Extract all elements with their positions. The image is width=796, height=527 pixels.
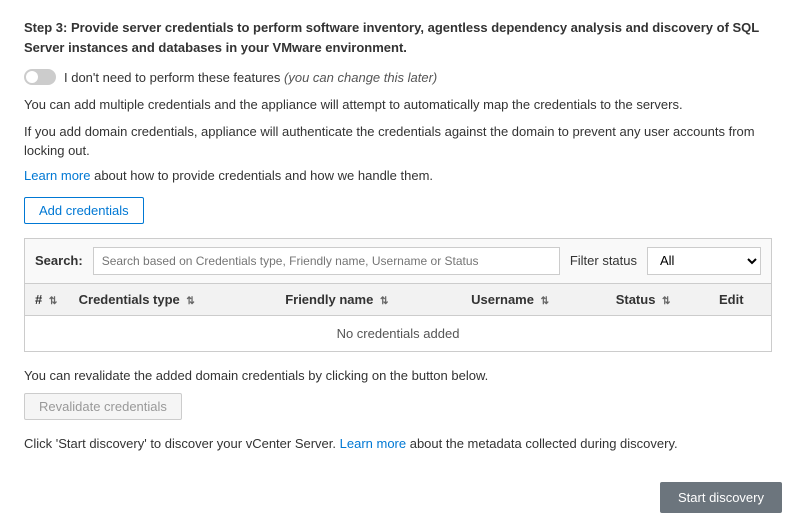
learn-more-link[interactable]: Learn more: [24, 168, 90, 183]
sort-icon-cred: ⇅: [186, 296, 194, 307]
credentials-table-container: # ⇅ Credentials type ⇅ Friendly name ⇅ U…: [24, 283, 772, 352]
revalidate-section: You can revalidate the added domain cred…: [24, 366, 772, 421]
toggle-label: I don't need to perform these features (…: [64, 70, 437, 85]
col-edit: Edit: [709, 284, 771, 316]
filter-status-select[interactable]: AllValidInvalidNot validated: [647, 247, 761, 275]
col-cred-type[interactable]: Credentials type ⇅: [69, 284, 276, 316]
revalidate-text: You can revalidate the added domain cred…: [24, 366, 772, 386]
no-data-cell: No credentials added: [25, 315, 771, 351]
step-header: Step 3: Provide server credentials to pe…: [24, 18, 772, 57]
info-text-2: If you add domain credentials, appliance…: [24, 122, 772, 161]
bottom-text-prefix: Click 'Start discovery' to discover your…: [24, 436, 340, 451]
no-data-row: No credentials added: [25, 315, 771, 351]
bottom-learn-more-link[interactable]: Learn more: [340, 436, 406, 451]
sort-icon-username: ⇅: [541, 296, 549, 307]
bottom-text: Click 'Start discovery' to discover your…: [24, 434, 772, 454]
bottom-text-suffix: about the metadata collected during disc…: [406, 436, 677, 451]
sort-icon-hash: ⇅: [49, 296, 57, 307]
start-discovery-button[interactable]: Start discovery: [660, 482, 782, 513]
col-friendly-name[interactable]: Friendly name ⇅: [275, 284, 461, 316]
search-label: Search:: [35, 253, 83, 268]
search-filter-bar: Search: Filter status AllValidInvalidNot…: [24, 238, 772, 283]
sort-icon-friendly: ⇅: [380, 296, 388, 307]
credentials-table: # ⇅ Credentials type ⇅ Friendly name ⇅ U…: [25, 284, 771, 351]
col-status[interactable]: Status ⇅: [606, 284, 709, 316]
info-text-1: You can add multiple credentials and the…: [24, 95, 772, 115]
col-username[interactable]: Username ⇅: [461, 284, 606, 316]
toggle-switch[interactable]: [24, 69, 56, 85]
table-header-row: # ⇅ Credentials type ⇅ Friendly name ⇅ U…: [25, 284, 771, 316]
col-hash[interactable]: # ⇅: [25, 284, 69, 316]
filter-status-label: Filter status: [570, 253, 637, 268]
revalidate-credentials-button[interactable]: Revalidate credentials: [24, 393, 182, 420]
add-credentials-button[interactable]: Add credentials: [24, 197, 144, 224]
learn-more-suffix: about how to provide credentials and how…: [90, 168, 433, 183]
sort-icon-status: ⇅: [662, 296, 670, 307]
search-input[interactable]: [93, 247, 560, 275]
